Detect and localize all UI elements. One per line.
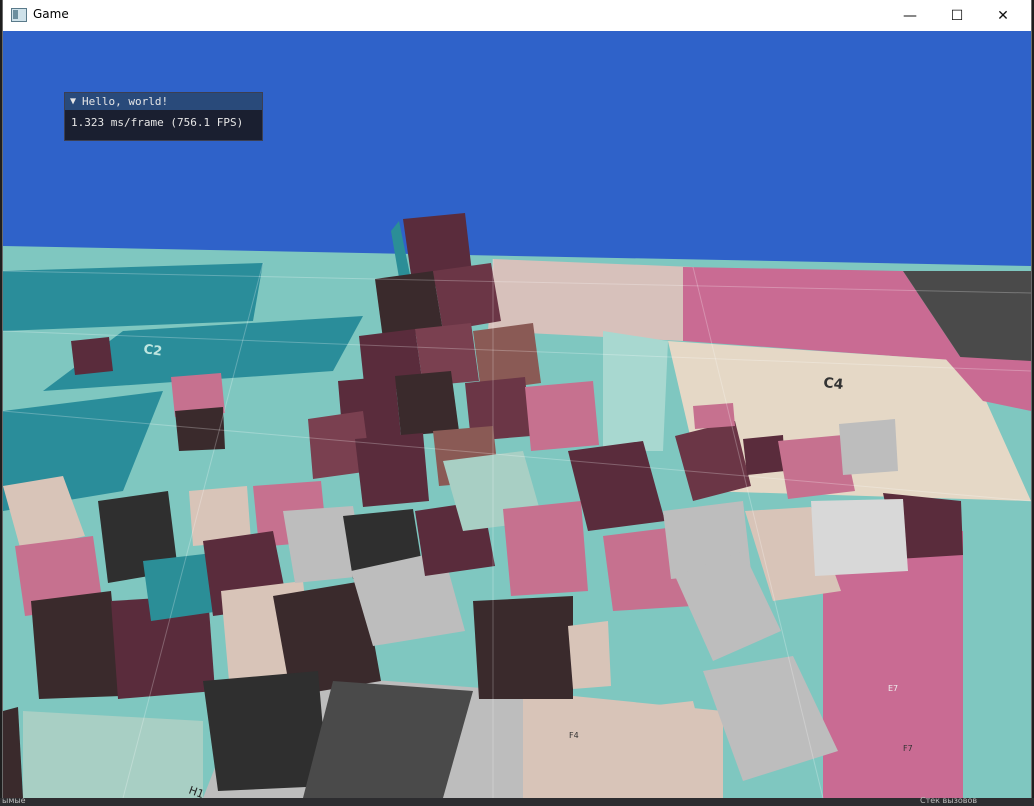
app-icon bbox=[11, 8, 27, 22]
minimize-button[interactable]: — bbox=[887, 0, 933, 31]
grid-label: F4 bbox=[569, 731, 579, 740]
title-bar[interactable]: Game — ☐ ✕ bbox=[3, 0, 1031, 31]
cube bbox=[71, 337, 113, 375]
collapse-arrow-icon[interactable]: ▼ bbox=[70, 96, 76, 107]
close-button[interactable]: ✕ bbox=[980, 0, 1026, 31]
overlay-title: Hello, world! bbox=[82, 95, 169, 108]
scene-canvas: C2 C4 E1 E7 F4 F7 H1 bbox=[3, 213, 1031, 798]
cube bbox=[31, 591, 121, 699]
cube bbox=[433, 263, 501, 331]
maximize-button[interactable]: ☐ bbox=[934, 0, 980, 31]
grid-label: E7 bbox=[888, 684, 898, 693]
cube bbox=[203, 671, 328, 791]
floor-tile bbox=[23, 711, 203, 798]
cube bbox=[525, 381, 599, 451]
floor-tile bbox=[3, 263, 263, 331]
cube bbox=[839, 419, 898, 475]
ide-fragment-right: Стек вызовов bbox=[920, 796, 978, 805]
grid-label: C2 bbox=[142, 342, 163, 359]
cube bbox=[473, 596, 573, 699]
debug-overlay-window[interactable]: ▼ Hello, world! 1.323 ms/frame (756.1 FP… bbox=[64, 92, 263, 141]
cube bbox=[395, 371, 459, 436]
game-viewport[interactable]: C2 C4 E1 E7 F4 F7 H1 bbox=[3, 31, 1031, 798]
window-title: Game bbox=[33, 7, 69, 21]
game-window: Game — ☐ ✕ C2 C4 E1 E7 F4 F bbox=[3, 0, 1031, 798]
background-ide-strip: ымые Стек вызовов bbox=[0, 796, 1034, 806]
ide-fragment-left: ымые bbox=[2, 796, 26, 805]
fps-readout: 1.323 ms/frame (756.1 FPS) bbox=[71, 116, 244, 129]
cube bbox=[568, 621, 611, 689]
cube bbox=[811, 499, 908, 576]
cube bbox=[175, 407, 225, 451]
cube bbox=[693, 403, 735, 429]
cube bbox=[355, 433, 429, 507]
overlay-header[interactable]: ▼ Hello, world! bbox=[65, 93, 262, 110]
cube bbox=[503, 501, 588, 596]
grid-label: F7 bbox=[903, 744, 913, 753]
grid-label: C4 bbox=[823, 375, 845, 393]
floor-tile bbox=[603, 331, 668, 451]
